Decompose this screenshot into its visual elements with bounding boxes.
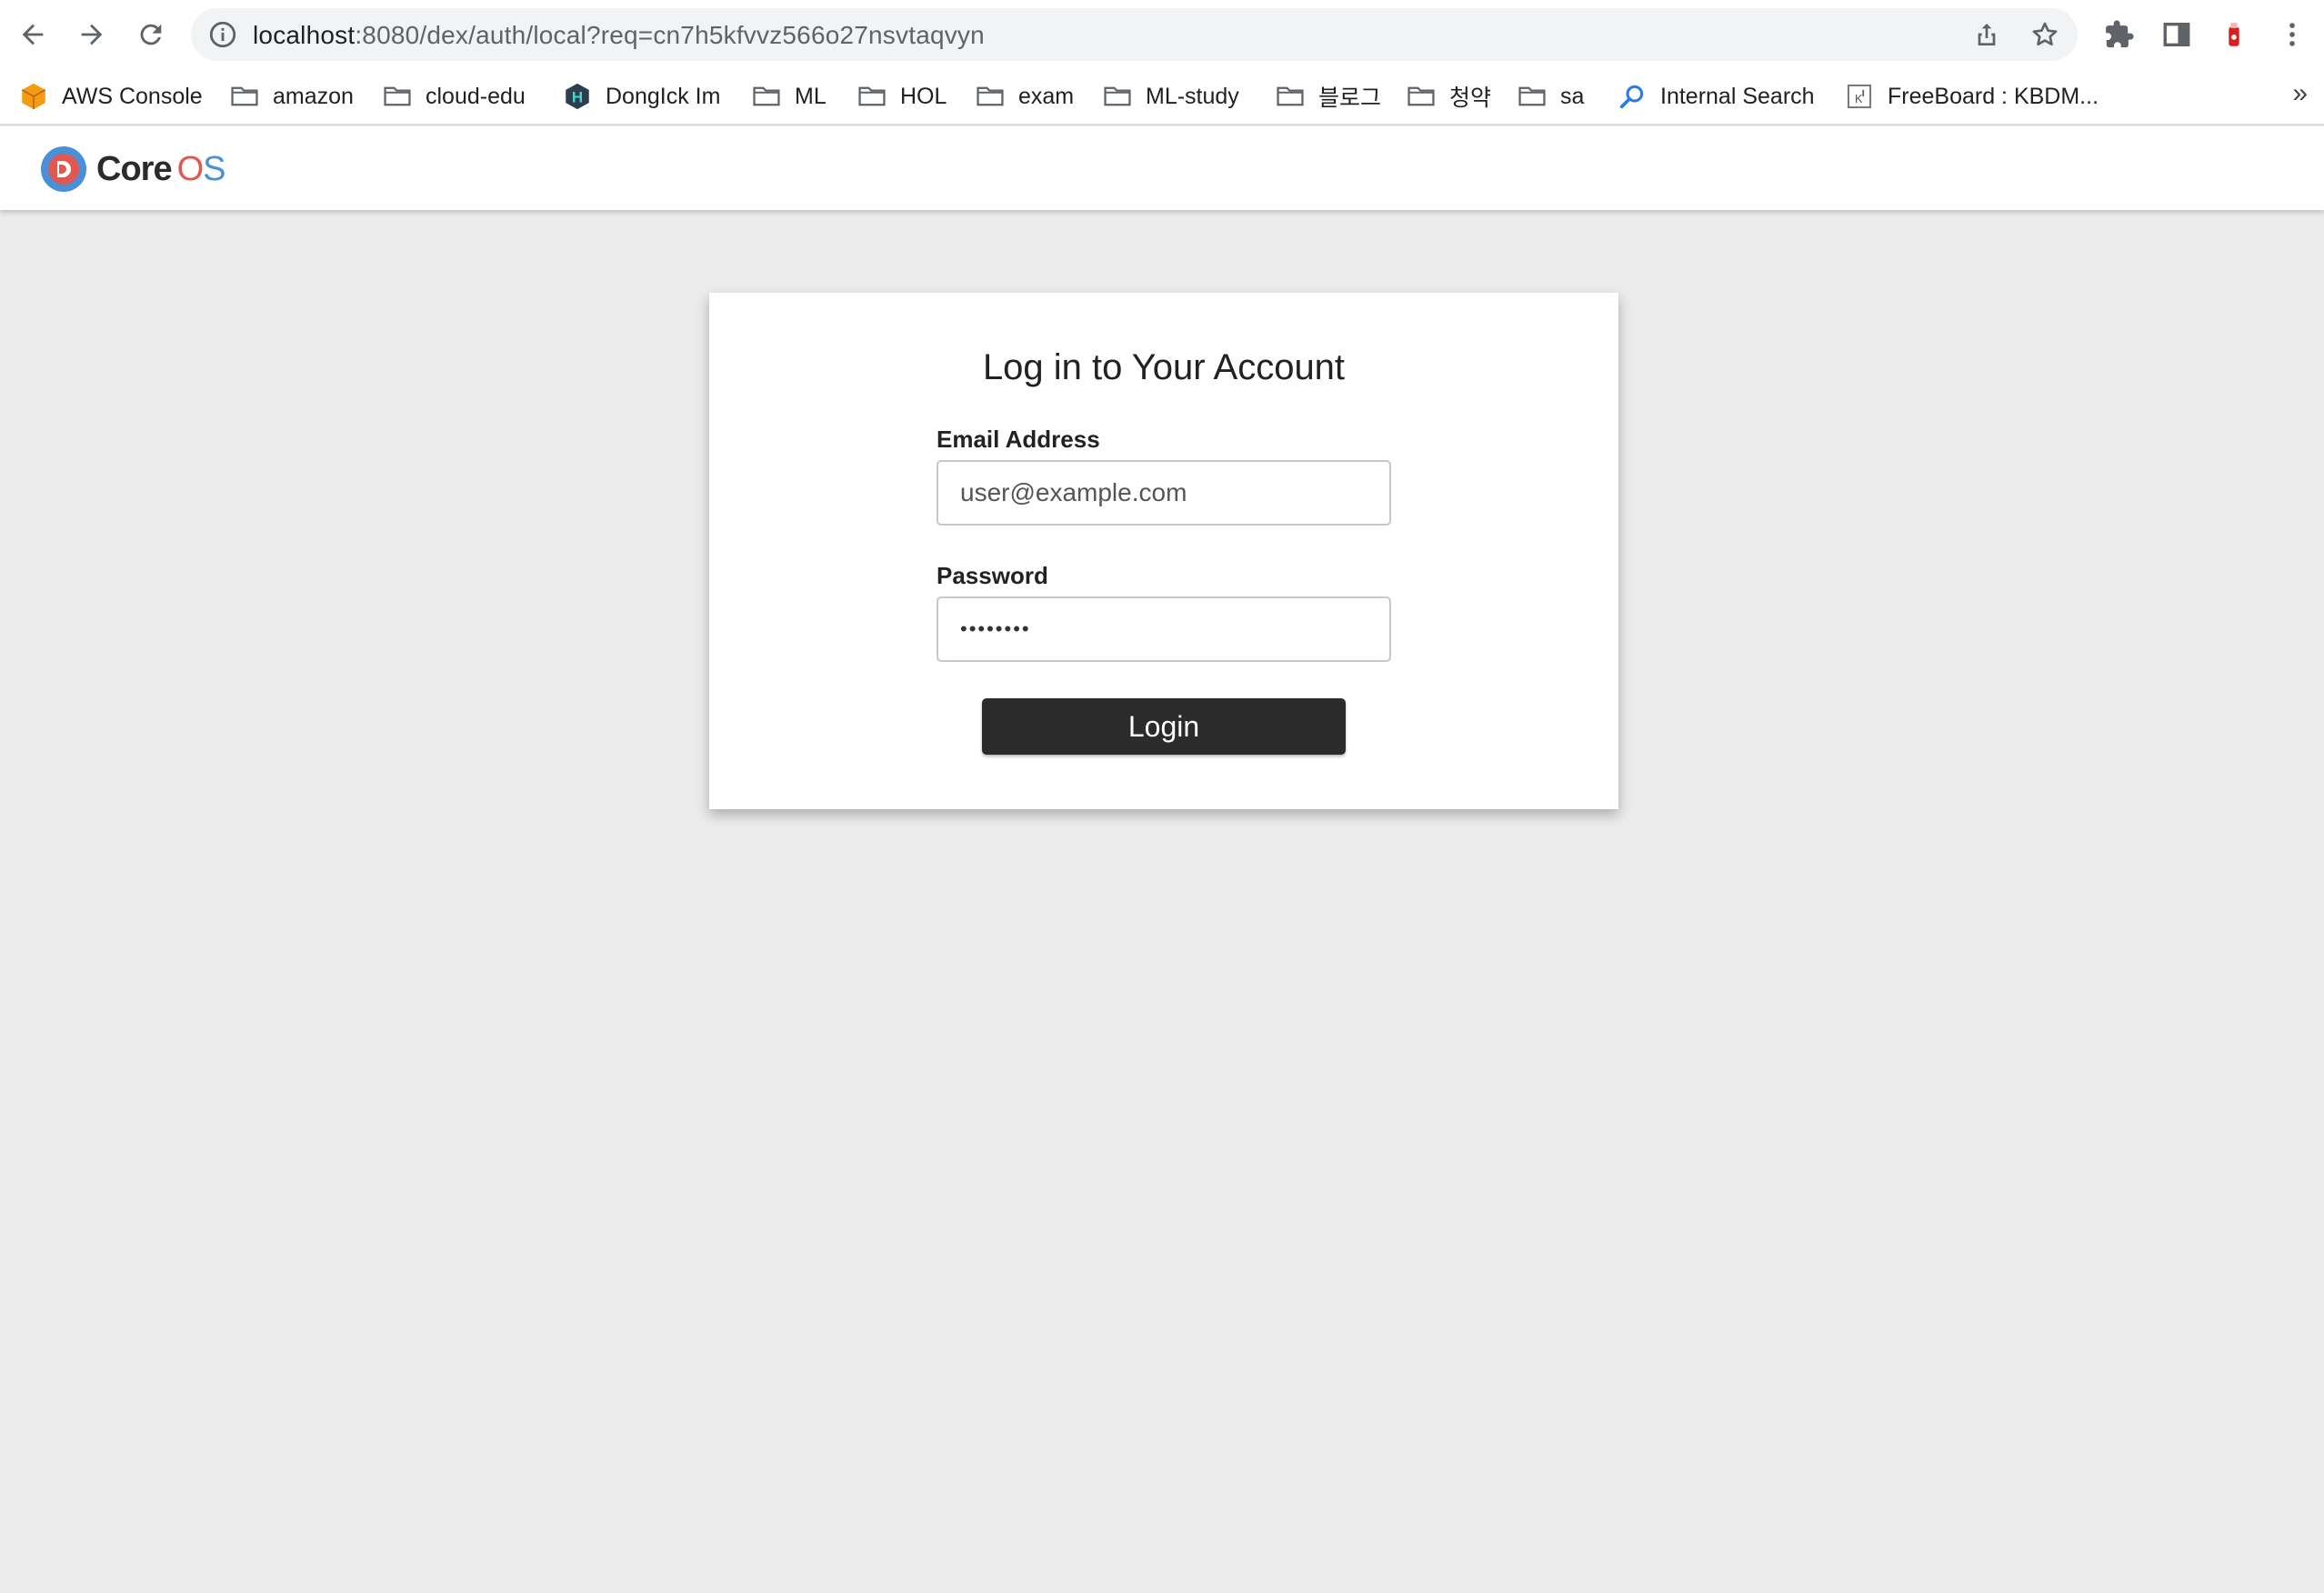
bookmark-label: 블로그 (1318, 85, 1382, 111)
side-panel-button[interactable] (2158, 15, 2196, 54)
bookmark-label: HOL (900, 83, 947, 109)
login-title: Log in to Your Account (982, 347, 1346, 387)
app-header: Core OS (0, 126, 2324, 210)
folder-icon (1104, 86, 1131, 106)
bookmark-label: cloud-edu (426, 83, 526, 109)
bookmark-star-button[interactable] (2028, 17, 2062, 52)
share-icon (1978, 24, 1996, 45)
bookmark-folder-cloud-edu[interactable]: cloud-edu (382, 78, 526, 115)
logo-os-text: OS (176, 149, 226, 189)
arrow-left-icon (22, 24, 44, 45)
bookmark-label: ML (795, 83, 826, 109)
browser-toolbar: localhost:8080/dex/auth/local?req=cn7h5k… (0, 0, 2324, 69)
folder-icon (1277, 86, 1304, 106)
coreos-logo-icon (41, 146, 86, 192)
kebab-menu-icon (2289, 23, 2295, 46)
email-label: Email Address (937, 426, 1100, 453)
url-host: localhost (253, 21, 356, 49)
folder-icon (753, 86, 780, 106)
address-bar[interactable]: localhost:8080/dex/auth/local?req=cn7h5k… (191, 8, 2078, 61)
password-field[interactable] (937, 596, 1391, 662)
url-text[interactable]: localhost:8080/dex/auth/local?req=cn7h5k… (253, 21, 985, 50)
bookmark-folder-ml[interactable]: ML (751, 78, 826, 115)
page-icon: K (1847, 84, 1872, 109)
login-button[interactable]: Login (982, 698, 1346, 755)
bookmark-label: DongIck Im (606, 83, 721, 109)
extensions-button[interactable] (2100, 15, 2139, 54)
folder-icon (1407, 86, 1435, 106)
folder-icon (977, 86, 1004, 106)
url-path: :8080/dex/auth/local?req=cn7h5kfvvz566o2… (355, 21, 985, 49)
logo-os-s: S (203, 149, 225, 188)
bookmark-dongick-im[interactable]: H DongIck Im (562, 78, 720, 115)
folder-icon (231, 86, 258, 106)
reload-icon (140, 24, 162, 45)
bookmarks-bar: AWS Console amazon cloud-edu H DongIck I… (0, 69, 2324, 125)
bookmark-folder-ml-study[interactable]: ML-study (1102, 78, 1239, 115)
profile-avatar-icon (2229, 23, 2239, 46)
svg-text:H: H (572, 88, 583, 105)
bookmark-label: sa (1560, 83, 1585, 109)
side-panel-icon (2163, 22, 2190, 47)
bookmark-folder-exam[interactable]: exam (975, 78, 1074, 115)
svg-text:K: K (1855, 92, 1863, 105)
folder-icon (1518, 86, 1546, 106)
bookmark-folder-subscription[interactable]: 청약 (1406, 78, 1491, 115)
logo-os-o: O (176, 149, 205, 188)
bookmark-aws-console[interactable]: AWS Console (18, 78, 203, 115)
bookmark-folder-amazon[interactable]: amazon (229, 78, 354, 115)
bookmark-label: AWS Console (62, 83, 203, 109)
aws-cube-icon (21, 83, 46, 110)
email-field[interactable] (937, 460, 1391, 526)
password-label: Password (937, 562, 1048, 589)
bookmark-label: exam (1018, 83, 1075, 109)
login-card: Log in to Your Account Email Address Pas… (709, 293, 1618, 809)
bookmark-folder-hol[interactable]: HOL (856, 78, 947, 115)
bookmark-internal-search[interactable]: Internal Search (1617, 78, 1815, 115)
bookmark-freeboard[interactable]: K FreeBoard : KBDM... (1844, 78, 2099, 115)
search-icon (1619, 85, 1644, 109)
puzzle-icon (2106, 20, 2134, 48)
bookmark-label: FreeBoard : KBDM... (1888, 83, 2099, 109)
site-info-icon[interactable] (207, 19, 238, 50)
back-button[interactable] (9, 11, 56, 58)
bookmarks-overflow-button[interactable]: » (2292, 78, 2308, 109)
bookmark-folder-sa[interactable]: sa (1517, 78, 1584, 115)
folder-icon (858, 86, 886, 106)
star-icon (2032, 22, 2058, 45)
hexagon-h-icon: H (566, 83, 589, 110)
arrow-right-icon (81, 24, 103, 45)
share-button[interactable] (1969, 17, 2004, 52)
bookmark-label: 청약 (1449, 85, 1492, 111)
bookmark-folder-blog[interactable]: 블로그 (1275, 78, 1381, 115)
bookmark-label: ML-study (1146, 83, 1239, 109)
profile-button[interactable] (2215, 15, 2253, 54)
browser-menu-button[interactable] (2273, 15, 2311, 54)
bookmark-label: Internal Search (1660, 83, 1815, 109)
forward-button[interactable] (68, 11, 115, 58)
logo-core-text: Core (96, 149, 173, 188)
folder-icon (384, 86, 411, 106)
bookmark-label: amazon (273, 83, 354, 109)
coreos-logo[interactable]: Core OS (40, 145, 226, 194)
reload-button[interactable] (127, 11, 175, 58)
